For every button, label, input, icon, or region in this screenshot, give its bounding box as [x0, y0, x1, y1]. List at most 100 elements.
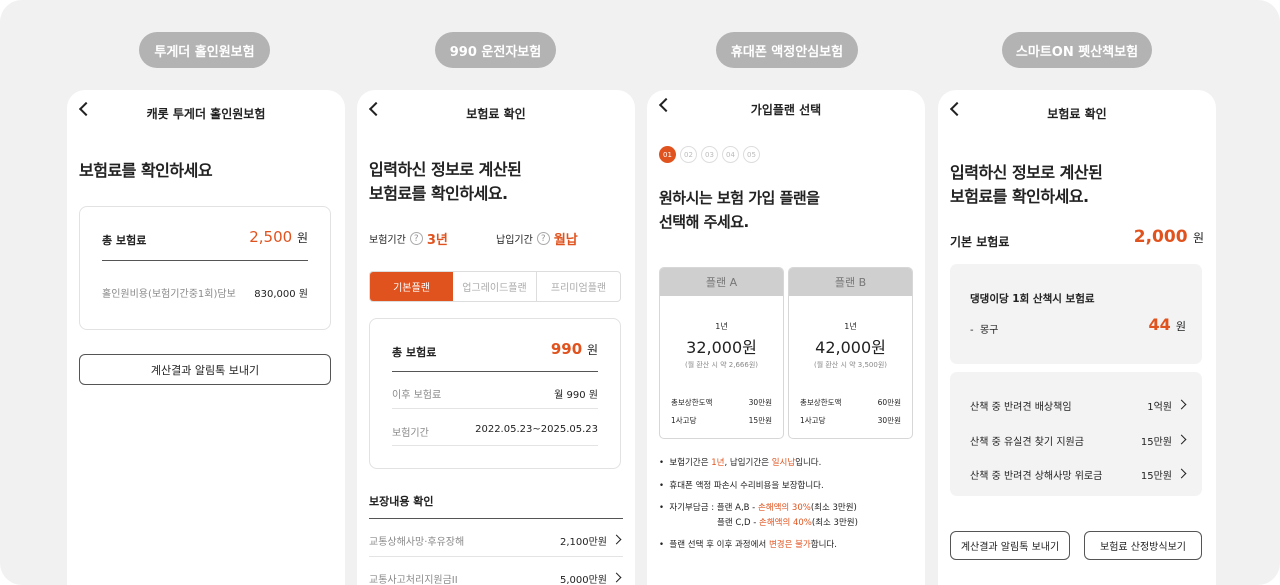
tab-upgrade[interactable]: 업그레이드플랜 [453, 272, 537, 301]
note-text: 휴대폰 액정 파손시 수리비용을 보장합니다. [669, 481, 824, 491]
step: 02 [680, 146, 697, 163]
divider [392, 371, 598, 372]
pet-item: - 몽구 [970, 325, 999, 336]
pet-name: 몽구 [979, 325, 999, 336]
pet-amount: 44 원 [1149, 315, 1186, 334]
plan-monthly: (월 환산 시 약 3,500원) [813, 361, 888, 369]
plan-row-label: 1사고당 [671, 416, 697, 425]
chevron-right-icon [1176, 399, 1187, 410]
plan-card-b[interactable]: 플랜 B 1년 42,000원 (월 환산 시 약 3,500원) 총보상한도액… [788, 267, 913, 439]
screen-title: 캐롯 투게더 홀인원보험 [146, 106, 266, 121]
coverage-row[interactable]: 산책 중 반려견 배상책임 1억원 [970, 394, 1188, 416]
page-heading: 원하시는 보험 가입 플랜을 선택해 주세요. [659, 186, 820, 234]
item-label: 홀인원비용(보험기간중1회)담보 [102, 289, 236, 300]
heading-line-1: 입력하신 정보로 계산된 [369, 160, 522, 179]
help-icon[interactable]: ? [409, 232, 423, 245]
screen-pet: 보험료 확인 입력하신 정보로 계산된 보험료를 확인하세요. 기본 보험료 2… [938, 90, 1216, 585]
divider [392, 408, 598, 409]
plan-name: 플랜 A [660, 268, 783, 296]
product-pill-pet: 스마트ON 펫산책보험 [1002, 32, 1152, 68]
pet-value: 44 [1148, 315, 1171, 334]
plan-monthly: (월 환산 시 약 2,666원) [684, 361, 759, 369]
note-highlight: 1년 [711, 458, 725, 468]
plan-row-value: 15만원 [748, 416, 772, 425]
plan-row-label: 총보상한도액 [800, 398, 842, 407]
note: • 플랜 선택 후 이후 과정에서 변경은 불가합니다. [659, 540, 837, 551]
heading-line-1: 입력하신 정보로 계산된 [950, 163, 1103, 182]
step: 05 [743, 146, 760, 163]
chevron-right-icon [1176, 468, 1187, 479]
plan-years: 1년 [844, 322, 857, 331]
divider [102, 260, 308, 261]
coverage-row[interactable]: 산책 중 반려견 상해사망 위로금 15만원 [970, 463, 1188, 485]
total-amount: 2,500 원 [249, 228, 308, 246]
page-heading: 입력하신 정보로 계산된 보험료를 확인하세요. [369, 158, 522, 206]
pet-unit: 원 [1175, 320, 1186, 333]
tab-basic[interactable]: 기본플랜 [370, 272, 453, 301]
note-text: 자기부담금 : 플랜 A,B - [669, 503, 758, 513]
plan-row-value: 30만원 [748, 398, 772, 407]
term-value: 2022.05.23~2025.05.23 [475, 424, 598, 435]
chevron-right-icon [1176, 434, 1187, 445]
send-alimtalk-button[interactable]: 계산결과 알림톡 보내기 [79, 354, 331, 385]
after-label: 이후 보험료 [392, 390, 442, 401]
note: • 자기부담금 : 플랜 A,B - 손해액의 30%(최소 3만원) [659, 503, 857, 514]
note: • 보험기간은 1년, 납입기간은 일시납입니다. [659, 458, 821, 469]
plan-card-a[interactable]: 플랜 A 1년 32,000원 (월 환산 시 약 2,666원) 총보상한도액… [659, 267, 784, 439]
step: 04 [722, 146, 739, 163]
coverage-value: 15만원 [1140, 471, 1172, 482]
note-text: , 납입기간은 [724, 458, 772, 468]
base-amount: 2,000 원 [1134, 227, 1204, 247]
plan-years: 1년 [715, 322, 728, 331]
note-highlight: 손해액의 40% [759, 518, 812, 528]
bullet-icon: • [659, 540, 670, 550]
plan-row-label: 총보상한도액 [671, 398, 713, 407]
coverage-card: 산책 중 반려견 배상책임 1억원 산책 중 유실견 찾기 지원금 15만원 산… [950, 372, 1202, 496]
base-label: 기본 보험료 [950, 235, 1010, 249]
heading-line-2: 보험료를 확인하세요. [950, 187, 1089, 206]
premium-method-button[interactable]: 보험료 산정방식보기 [1084, 531, 1202, 560]
pay-value: 월납 [553, 233, 578, 248]
coverage-label: 산책 중 반려견 배상책임 [970, 402, 1072, 413]
term-label: 보험기간 [392, 428, 429, 439]
plan-row-value: 60만원 [877, 398, 901, 407]
coverage-title: 보장내용 확인 [369, 495, 434, 508]
tab-premium[interactable]: 프리미엄플랜 [537, 272, 620, 301]
step-active: 01 [659, 146, 676, 163]
total-unit: 원 [586, 343, 598, 357]
pay-info: 납입기간 ? 월납 [496, 229, 578, 248]
note: 플랜 C,D - 손해액의 40%(최소 3만원) [717, 518, 858, 529]
showcase-board: 투게더 홀인원보험 990 운전자보험 휴대폰 액정안심보험 스마트ON 펫산책… [0, 0, 1280, 585]
coverage-row[interactable]: 산책 중 유실견 찾기 지원금 15만원 [970, 429, 1188, 451]
coverage-label: 교통상해사망·후유장해 [369, 537, 465, 548]
total-amount: 990 원 [551, 340, 598, 358]
screen-driver: 보험료 확인 입력하신 정보로 계산된 보험료를 확인하세요. 보험기간 ? 3… [357, 90, 635, 585]
coverage-row[interactable]: 교통상해사망·후유장해 2,100만원 [369, 523, 623, 555]
note-highlight: 일시납 [771, 458, 796, 468]
heading-line-1: 원하시는 보험 가입 플랜을 [659, 189, 820, 207]
total-value: 990 [550, 340, 583, 358]
total-unit: 원 [296, 231, 308, 245]
after-value: 월 990 원 [554, 390, 598, 401]
plan-price: 32,000원 [686, 338, 757, 357]
page-heading: 보험료를 확인하세요 [79, 161, 213, 180]
pay-label: 납입기간 [496, 235, 533, 246]
premium-card: 총 보험료 2,500 원 홀인원비용(보험기간중1회)담보 830,000 원 [79, 206, 331, 330]
period-info: 보험기간 ? 3년 [369, 229, 448, 248]
help-icon[interactable]: ? [536, 232, 550, 245]
period-label: 보험기간 [369, 235, 406, 246]
base-value: 2,000 [1133, 227, 1188, 247]
note-highlight: 변경은 불가 [768, 540, 811, 550]
plan-row-value: 30만원 [877, 416, 901, 425]
step-indicator: 01 02 03 04 05 [659, 146, 760, 163]
note-highlight: 손해액의 30% [757, 503, 811, 513]
base-unit: 원 [1192, 231, 1204, 245]
divider [392, 445, 598, 446]
screen-title: 가입플랜 선택 [750, 102, 822, 117]
screen-holeinone: 캐롯 투게더 홀인원보험 보험료를 확인하세요 총 보험료 2,500 원 홀인… [67, 90, 345, 585]
chevron-right-icon [611, 572, 622, 583]
coverage-row[interactable]: 교통사고처리지원금II 5,000만원 [369, 561, 623, 585]
send-alimtalk-button[interactable]: 계산결과 알림톡 보내기 [950, 531, 1070, 560]
note-text: 플랜 선택 후 이후 과정에서 [669, 540, 769, 550]
product-card: 댕댕이당 1회 산책시 보험료 - 몽구 44 원 [950, 264, 1202, 364]
